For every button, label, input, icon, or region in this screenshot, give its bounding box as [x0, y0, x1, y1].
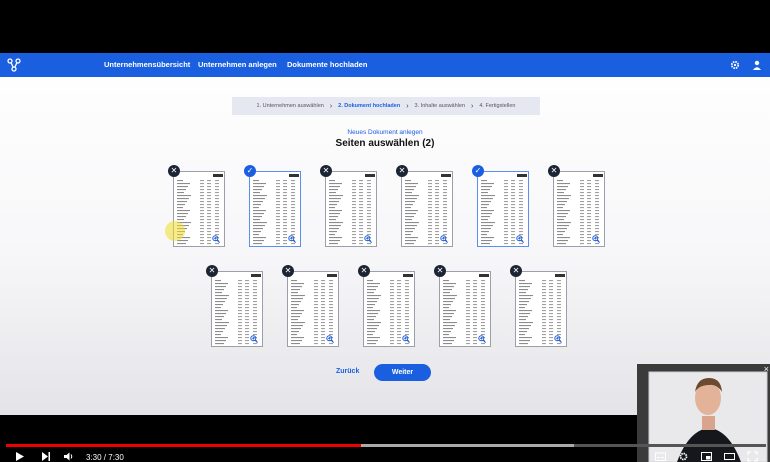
close-icon[interactable]: ✕: [206, 265, 218, 277]
mouse-cursor-highlight: [165, 221, 185, 241]
zoom-in-icon[interactable]: [402, 335, 410, 343]
page-thumbnail[interactable]: [477, 171, 529, 247]
close-icon[interactable]: ✕: [396, 165, 408, 177]
close-icon[interactable]: ✕: [358, 265, 370, 277]
back-button[interactable]: Zurück: [336, 368, 359, 375]
close-icon[interactable]: ×: [764, 364, 769, 374]
zoom-in-icon[interactable]: [516, 235, 524, 243]
page-thumbnail[interactable]: [515, 271, 567, 347]
zoom-in-icon[interactable]: [592, 235, 600, 243]
page-thumbnail[interactable]: [249, 171, 301, 247]
fullscreen-icon[interactable]: [747, 451, 758, 462]
page-thumbnail[interactable]: [401, 171, 453, 247]
page-thumbnail[interactable]: [363, 271, 415, 347]
zoom-in-icon[interactable]: [440, 235, 448, 243]
settings-icon[interactable]: [678, 451, 689, 462]
zoom-in-icon[interactable]: [212, 235, 220, 243]
page-thumbnail[interactable]: [553, 171, 605, 247]
close-icon[interactable]: ✕: [434, 265, 446, 277]
step-1[interactable]: 1. Unternehmen auswählen: [253, 103, 328, 109]
close-icon[interactable]: ✕: [548, 165, 560, 177]
zoom-in-icon[interactable]: [288, 235, 296, 243]
play-icon[interactable]: [14, 451, 25, 462]
check-icon[interactable]: ✓: [472, 165, 484, 177]
page-thumbnail[interactable]: [211, 271, 263, 347]
miniplayer-icon[interactable]: [701, 451, 712, 462]
zoom-in-icon[interactable]: [364, 235, 372, 243]
nav-link-create-company[interactable]: Unternehmen anlegen: [198, 60, 277, 69]
letterbox-top: [0, 0, 770, 53]
zoom-in-icon[interactable]: [250, 335, 258, 343]
zoom-in-icon[interactable]: [478, 335, 486, 343]
step-2[interactable]: 2. Dokument hochladen: [334, 103, 404, 109]
top-navbar: Unternehmensübersicht Unternehmen anlege…: [0, 53, 770, 77]
page-thumbnail[interactable]: [439, 271, 491, 347]
page-subtitle: Neues Dokument anlegen: [347, 129, 423, 136]
close-icon[interactable]: ✕: [282, 265, 294, 277]
nav-link-companies[interactable]: Unternehmensübersicht: [104, 60, 190, 69]
page-thumbnail[interactable]: [325, 171, 377, 247]
time-display: 3:30 / 7:30: [86, 453, 124, 462]
video-player-controls: 3:30 / 7:30: [0, 440, 770, 462]
wizard-stepper: 1. Unternehmen auswählen › 2. Dokument h…: [232, 97, 540, 115]
page-thumbnail[interactable]: [287, 271, 339, 347]
next-button[interactable]: Weiter: [374, 364, 431, 381]
step-3[interactable]: 3. Inhalte auswählen: [411, 103, 469, 109]
app-window: Unternehmensübersicht Unternehmen anlege…: [0, 53, 770, 415]
theater-mode-icon[interactable]: [724, 451, 735, 462]
user-icon[interactable]: [751, 59, 763, 71]
close-icon[interactable]: ✕: [320, 165, 332, 177]
step-4[interactable]: 4. Fertigstellen: [475, 103, 519, 109]
nav-link-upload-documents[interactable]: Dokumente hochladen: [287, 60, 367, 69]
subtitles-icon[interactable]: [655, 451, 666, 462]
page-title: Seiten auswählen (2): [335, 138, 435, 149]
close-icon[interactable]: ✕: [510, 265, 522, 277]
zoom-in-icon[interactable]: [554, 335, 562, 343]
share-nodes-icon[interactable]: [7, 58, 21, 72]
zoom-in-icon[interactable]: [326, 335, 334, 343]
next-video-icon[interactable]: [40, 451, 51, 462]
progress-played: [6, 444, 361, 447]
volume-icon[interactable]: [63, 451, 74, 462]
gear-icon[interactable]: [729, 59, 741, 71]
check-icon[interactable]: ✓: [244, 165, 256, 177]
close-icon[interactable]: ✕: [168, 165, 180, 177]
